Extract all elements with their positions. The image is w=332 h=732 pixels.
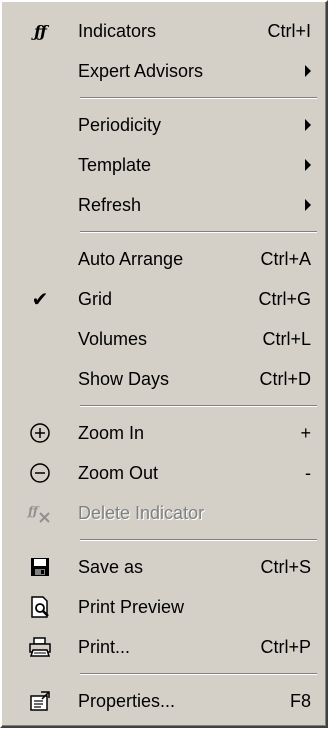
menu-item-shortcut: F8 — [289, 690, 311, 711]
menu-item-label: Zoom Out — [78, 462, 159, 483]
menu-item-shortcut: Ctrl+L — [262, 328, 311, 349]
save-icon — [31, 558, 49, 576]
menu-item-print-preview[interactable]: Print Preview — [2, 587, 325, 627]
menu-item-shortcut: Ctrl+S — [260, 556, 311, 577]
menu-item-label: Save as — [78, 556, 144, 577]
delete-indicator-icon: ƒƒ — [27, 504, 50, 523]
menu-item-auto-arrange[interactable]: Auto Arrange Ctrl+A — [2, 239, 325, 279]
menu-item-template[interactable]: Template — [2, 145, 325, 185]
properties-icon — [30, 691, 50, 711]
submenu-arrow-icon — [305, 199, 311, 211]
menu-item-shortcut: Ctrl+P — [260, 636, 311, 657]
menu-separator — [2, 225, 325, 239]
menu-item-shortcut: Ctrl+D — [259, 368, 311, 389]
menu-separator — [2, 667, 325, 681]
menu-separator — [2, 533, 325, 547]
menu-item-grid[interactable]: ✔ Grid Ctrl+G — [2, 279, 325, 319]
menu-item-label: Expert Advisors — [78, 60, 204, 81]
menu-item-label: Auto Arrange — [78, 248, 184, 269]
menu-item-zoom-out[interactable]: Zoom Out - — [2, 453, 325, 493]
menu-item-label: Volumes — [78, 328, 148, 349]
submenu-arrow-icon — [305, 159, 311, 171]
printer-icon — [29, 637, 51, 657]
menu-separator — [2, 91, 325, 105]
checkmark-icon: ✔ — [31, 288, 49, 311]
menu-item-zoom-in[interactable]: Zoom In + — [2, 413, 325, 453]
svg-text:ƒƒ: ƒƒ — [27, 504, 40, 518]
menu-item-delete-indicator[interactable]: ƒƒ Delete Indicator — [2, 493, 325, 533]
menu-item-label: Refresh — [78, 194, 142, 215]
menu-item-refresh[interactable]: Refresh — [2, 185, 325, 225]
menu-item-save-as[interactable]: Save as Ctrl+S — [2, 547, 325, 587]
submenu-arrow-icon — [305, 65, 311, 77]
menu-item-shortcut: + — [300, 422, 311, 443]
zoom-out-icon — [30, 463, 50, 483]
menu-item-label: Print... — [78, 636, 131, 657]
menu-separator — [2, 399, 325, 413]
menu-body: ƒƒ Indicators Ctrl+I Expert Advisors Per… — [2, 2, 326, 726]
menu-item-label: Indicators — [78, 20, 157, 41]
menu-item-label: Grid — [78, 288, 113, 309]
print-preview-icon — [31, 596, 49, 618]
menu-item-print[interactable]: Print... Ctrl+P — [2, 627, 325, 667]
menu-item-label: Print Preview — [78, 596, 185, 617]
menu-item-shortcut: Ctrl+A — [260, 248, 311, 269]
menu-item-volumes[interactable]: Volumes Ctrl+L — [2, 319, 325, 359]
menu-item-shortcut: - — [305, 462, 311, 483]
zoom-in-icon — [30, 423, 50, 443]
menu-item-indicators[interactable]: ƒƒ Indicators Ctrl+I — [2, 11, 325, 51]
menu-item-properties[interactable]: Properties... F8 — [2, 681, 325, 721]
menu-item-expert-advisors[interactable]: Expert Advisors — [2, 51, 325, 91]
indicators-icon: ƒƒ — [34, 21, 47, 41]
submenu-arrow-icon — [305, 119, 311, 131]
menu-item-label: Periodicity — [78, 114, 162, 135]
menu-item-label: Delete Indicator — [78, 502, 205, 523]
menu-item-periodicity[interactable]: Periodicity — [2, 105, 325, 145]
menu-item-shortcut: Ctrl+G — [258, 288, 311, 309]
menu-item-show-days[interactable]: Show Days Ctrl+D — [2, 359, 325, 399]
menu-item-shortcut: Ctrl+I — [267, 20, 311, 41]
menu-item-label: Show Days — [78, 368, 170, 389]
menu-item-label: Properties... — [78, 690, 176, 711]
menu-item-label: Zoom In — [78, 422, 145, 443]
menu-item-label: Template — [78, 154, 152, 175]
context-menu: ƒƒ Indicators Ctrl+I Expert Advisors Per… — [0, 0, 328, 728]
